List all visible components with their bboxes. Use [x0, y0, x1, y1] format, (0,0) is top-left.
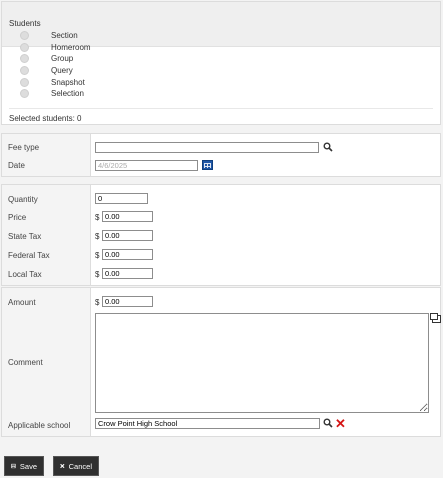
amount-comment-group: Amount $ Comment Applicable school ✕: [1, 287, 441, 437]
price-currency: $: [95, 213, 100, 222]
students-panel: Students Section Homeroom Group Query Sn…: [1, 1, 441, 125]
option-label: Homeroom: [51, 42, 91, 52]
quantity-input[interactable]: [95, 193, 148, 204]
search-icon[interactable]: [323, 142, 333, 152]
option-section[interactable]: Section: [20, 30, 91, 42]
cancel-button[interactable]: Cancel: [53, 456, 99, 476]
students-options: Section Homeroom Group Query Snapshot Se…: [20, 30, 91, 100]
amount-currency: $: [95, 298, 100, 307]
radio-homeroom[interactable]: [20, 42, 29, 52]
local-tax-label: Local Tax: [8, 270, 42, 279]
local-tax-input[interactable]: [102, 268, 153, 279]
comment-label: Comment: [8, 358, 43, 367]
quantity-label: Quantity: [8, 195, 38, 204]
federal-tax-label: Federal Tax: [8, 251, 50, 260]
state-tax-label: State Tax: [8, 232, 42, 241]
option-label: Snapshot: [51, 77, 85, 87]
school-input[interactable]: [95, 418, 320, 429]
local-tax-currency: $: [95, 270, 100, 279]
cancel-icon: [60, 463, 65, 469]
option-group[interactable]: Group: [20, 53, 91, 65]
state-tax-currency: $: [95, 232, 100, 241]
amount-label: Amount: [8, 298, 36, 307]
save-icon: [11, 463, 16, 469]
option-label: Selection: [51, 89, 84, 99]
date-label: Date: [8, 161, 25, 170]
radio-snapshot[interactable]: [20, 77, 29, 87]
comment-textarea[interactable]: [95, 313, 429, 413]
option-label: Query: [51, 66, 73, 76]
price-input[interactable]: [102, 211, 153, 222]
students-title: Students: [9, 19, 41, 28]
option-homeroom[interactable]: Homeroom: [20, 42, 91, 54]
radio-section[interactable]: [20, 31, 29, 41]
radio-selection[interactable]: [20, 89, 29, 99]
radio-group[interactable]: [20, 54, 29, 64]
option-query[interactable]: Query: [20, 65, 91, 77]
price-label: Price: [8, 213, 27, 222]
federal-tax-input[interactable]: [102, 249, 153, 260]
selected-students: Selected students: 0: [9, 108, 433, 123]
fee-group: Fee type Date: [1, 133, 441, 177]
save-label: Save: [19, 461, 37, 471]
federal-tax-currency: $: [95, 251, 100, 260]
clear-icon[interactable]: ✕: [335, 417, 346, 430]
search-icon[interactable]: [323, 418, 333, 428]
school-label: Applicable school: [8, 421, 71, 430]
radio-query[interactable]: [20, 66, 29, 76]
cancel-label: Cancel: [68, 461, 92, 471]
save-button[interactable]: Save: [4, 456, 44, 476]
fee-type-input[interactable]: [95, 142, 319, 153]
option-label: Section: [51, 31, 78, 41]
quantity-tax-group: Quantity Price $ State Tax $ Federal Tax…: [1, 184, 441, 286]
state-tax-input[interactable]: [102, 230, 153, 241]
amount-input[interactable]: [102, 296, 153, 307]
calendar-icon[interactable]: [202, 160, 213, 170]
option-label: Group: [51, 54, 74, 64]
option-snapshot[interactable]: Snapshot: [20, 76, 91, 88]
fee-type-label: Fee type: [8, 143, 40, 152]
option-selection[interactable]: Selection: [20, 88, 91, 100]
expand-icon[interactable]: [430, 313, 441, 323]
date-input[interactable]: [95, 160, 198, 171]
